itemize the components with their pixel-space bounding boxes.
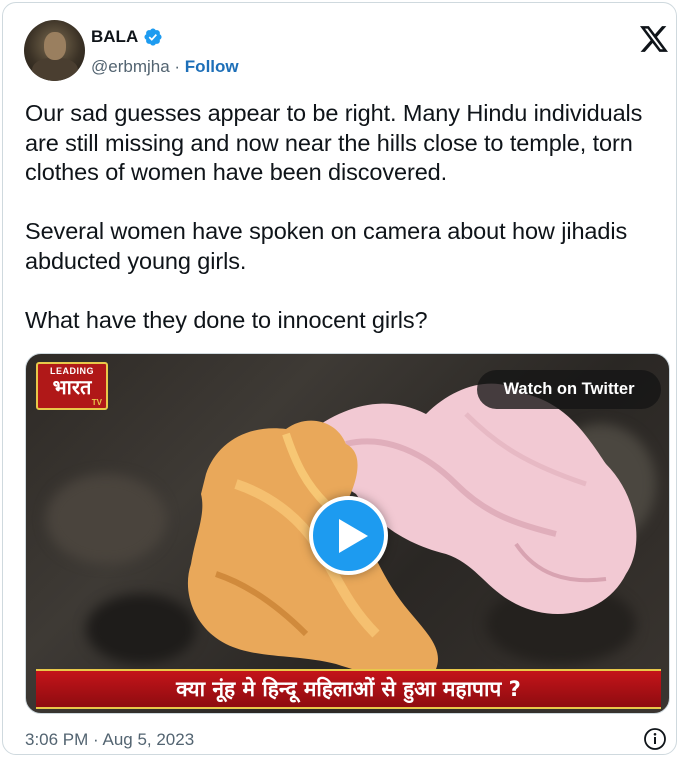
avatar[interactable] [24,20,85,81]
info-icon[interactable] [643,727,667,751]
video-caption: क्या नूंह मे हिन्दू महिलाओं से हुआ महापा… [36,669,661,709]
follow-button[interactable]: Follow [185,57,239,76]
author-display-name[interactable]: BALA [91,27,138,47]
play-icon [339,519,368,553]
handle-separator: · [169,57,185,76]
tweet-paragraph: Our sad guesses appear to be right. Many… [25,100,643,185]
channel-logo-suffix: TV [91,398,102,407]
tweet-paragraph: What have they done to innocent girls? [25,306,428,333]
channel-logo-main: भारत [52,375,92,399]
author-handle-row: @erbmjha · Follow [91,57,239,77]
verified-badge-icon [144,28,162,46]
video-player[interactable]: LEADING भारत TV Watch on Twitter क्या नू… [25,353,670,714]
tweet-card: BALA @erbmjha · Follow Our sad guesses a… [2,2,677,755]
x-logo-icon[interactable] [640,26,668,52]
tweet-paragraph: Several women have spoken on camera abou… [25,218,628,274]
author-handle[interactable]: @erbmjha [91,57,170,76]
tweet-timestamp[interactable]: 3:06 PM · Aug 5, 2023 [25,730,194,750]
play-button[interactable] [309,496,388,575]
author-name-row: BALA [91,27,163,47]
tweet-text: Our sad guesses appear to be right. Many… [25,99,665,335]
channel-logo: LEADING भारत TV [36,362,108,410]
watch-on-twitter-button[interactable]: Watch on Twitter [477,370,661,409]
